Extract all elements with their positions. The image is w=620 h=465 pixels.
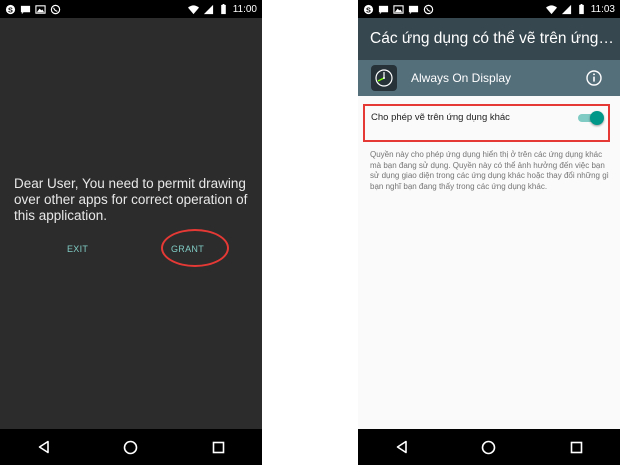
permission-description: Quyền này cho phép ứng dụng hiển thị ở t… (370, 150, 609, 191)
back-icon (396, 440, 407, 454)
home-icon (124, 440, 138, 454)
notification-icons: S (358, 4, 434, 15)
signal-icon (561, 4, 571, 14)
back-button[interactable] (34, 437, 54, 457)
toggle-thumb (590, 111, 604, 125)
home-icon (482, 440, 496, 454)
image-icon (393, 4, 404, 14)
permission-toggle[interactable] (578, 111, 604, 125)
skype-icon: S (5, 4, 16, 14)
viber-icon (423, 4, 434, 14)
battery-icon (220, 3, 226, 14)
permission-message: Dear User, You need to permit drawing ov… (14, 176, 248, 223)
signal-icon (203, 4, 213, 14)
status-time: 11:03 (590, 3, 615, 15)
message-icon (408, 5, 419, 14)
back-button[interactable] (392, 437, 412, 457)
battery-icon (578, 3, 584, 14)
wifi-icon (545, 4, 557, 14)
recents-icon (570, 441, 583, 453)
info-icon[interactable] (585, 69, 603, 87)
recents-icon (212, 441, 225, 453)
home-button[interactable] (479, 437, 499, 457)
wifi-icon (187, 4, 199, 14)
home-button[interactable] (121, 437, 141, 457)
app-info-row: Always On Display (358, 60, 620, 96)
app-name: Always On Display (411, 71, 512, 85)
svg-text:S: S (8, 5, 13, 14)
permission-label: Cho phép vẽ trên ứng dụng khác (371, 112, 510, 123)
status-bar: S 11:00 (0, 0, 262, 18)
recents-button[interactable] (208, 437, 228, 457)
page-title: Các ứng dụng có thể vẽ trên ứng d... (370, 30, 614, 47)
notification-icons: S (0, 4, 61, 15)
draw-over-apps-setting[interactable]: Cho phép vẽ trên ứng dụng khác (363, 104, 610, 142)
back-icon (38, 440, 49, 454)
svg-text:S: S (366, 5, 371, 14)
clock-icon (375, 69, 393, 87)
viber-icon (50, 4, 61, 14)
navigation-bar (0, 429, 262, 465)
system-status: 11:03 (545, 0, 615, 18)
app-icon (371, 65, 397, 91)
left-phone-screen: S 11:00 Dear User, You need to permit dr… (0, 0, 262, 465)
skype-icon: S (363, 4, 374, 14)
exit-button[interactable]: EXIT (67, 244, 88, 254)
recents-button[interactable] (566, 437, 586, 457)
status-bar: S 11:03 (358, 0, 620, 18)
message-icon (378, 5, 389, 14)
grant-highlight-circle (161, 229, 229, 267)
system-status: 11:00 (187, 0, 257, 18)
image-icon (35, 4, 46, 14)
settings-toolbar: Các ứng dụng có thể vẽ trên ứng d... (358, 18, 620, 60)
right-phone-screen: S 11:03 Các ứng dụng có thể vẽ trên ứng … (358, 0, 620, 465)
navigation-bar (358, 429, 620, 465)
message-icon (20, 5, 31, 14)
status-time: 11:00 (232, 3, 257, 15)
